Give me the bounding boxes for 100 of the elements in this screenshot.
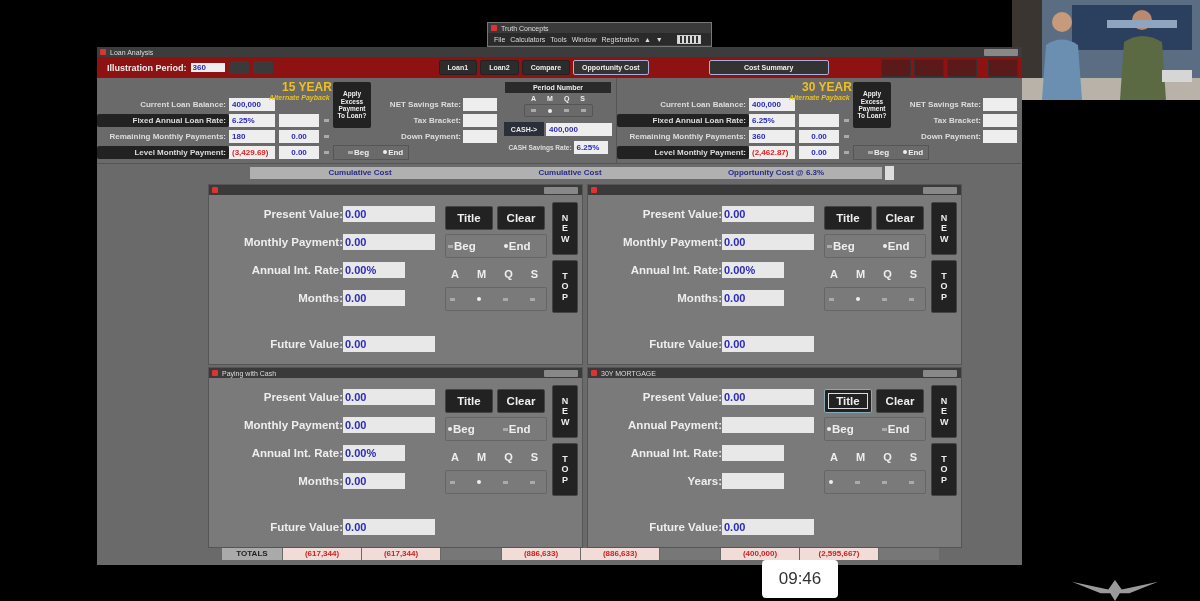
radio-button[interactable] [856,297,860,301]
radio-button[interactable] [450,297,455,301]
field-label-button[interactable]: Fixed Annual Loan Rate: [617,113,749,127]
radio-option[interactable]: End [903,147,924,157]
value-field[interactable]: (3,429.69) [229,145,275,159]
radio-option[interactable]: Beg [448,240,476,252]
radio-button[interactable] [580,109,586,112]
input-field[interactable]: 0.00 [343,473,405,489]
radio-option[interactable]: Beg [827,423,854,435]
radio-button[interactable] [563,109,569,112]
input-field[interactable]: 0.00% [722,262,784,278]
input-field[interactable] [463,129,497,143]
spin-icon[interactable] [323,118,329,122]
input-field[interactable]: 0.00 [343,290,405,306]
new-button[interactable]: NEW [552,385,578,438]
next-button[interactable] [252,61,273,74]
radio-button[interactable] [450,480,455,484]
window-controls-icon[interactable] [984,48,1018,56]
input-field[interactable]: 0.00 [722,336,814,352]
radio-button[interactable] [530,480,535,484]
toolbar-button[interactable] [914,58,944,77]
input-field[interactable] [463,113,497,127]
spin-icon[interactable] [843,150,849,154]
input-field[interactable]: 0.00% [343,445,405,461]
radio-button[interactable] [909,297,914,301]
title-button[interactable]: Title [445,389,493,413]
alternate-field[interactable] [799,113,839,127]
radio-button[interactable] [909,480,914,484]
new-button[interactable]: NEW [931,202,957,255]
input-field[interactable]: 0.00 [343,206,435,222]
radio-option[interactable]: Beg [448,423,475,435]
radio-option[interactable]: Beg [348,147,370,157]
window-controls-icon[interactable] [544,369,578,377]
clear-button[interactable]: Clear [876,389,924,413]
input-field[interactable]: 0.00 [343,519,435,535]
spin-icon[interactable] [843,134,849,138]
input-field[interactable]: 0.00% [343,262,405,278]
field-label-button[interactable]: Fixed Annual Loan Rate: [97,113,229,127]
input-field[interactable] [983,129,1017,143]
alternate-field[interactable] [279,113,319,127]
radio-option[interactable]: End [502,423,531,435]
input-field[interactable] [722,417,814,433]
window-controls-icon[interactable] [923,369,957,377]
field-label-button[interactable]: Level Monthly Payment: [617,145,749,159]
input-field[interactable] [722,473,784,489]
alternate-field[interactable]: 0.00 [279,129,319,143]
keypad-icon[interactable] [677,34,701,44]
radio-button[interactable] [855,480,860,484]
toolbar-button[interactable] [881,58,911,77]
input-field[interactable]: 0.00 [343,389,435,405]
radio-button[interactable] [477,297,481,301]
radio-button[interactable] [503,480,508,484]
title-button[interactable]: Title [445,206,493,230]
toolbar-button[interactable] [947,58,977,77]
alternate-field[interactable]: 0.00 [799,145,839,159]
clear-button[interactable]: Clear [497,389,545,413]
clear-button[interactable]: Clear [876,206,924,230]
spin-icon[interactable] [323,150,329,154]
new-button[interactable]: NEW [931,385,957,438]
value-field[interactable]: 6.25% [749,113,795,127]
radio-option[interactable]: Beg [827,240,855,252]
rate-field[interactable]: 6.25% [573,141,608,154]
input-field[interactable]: 0.00 [722,519,814,535]
period-field[interactable]: 360 [190,63,225,72]
spin-icon[interactable] [323,134,329,138]
radio-option[interactable]: End [503,240,531,252]
top-button[interactable]: TOP [552,260,578,313]
top-button[interactable]: TOP [552,443,578,496]
input-field[interactable]: 0.00 [722,389,814,405]
input-field[interactable]: 0.00 [343,417,435,433]
alternate-field[interactable]: 0.00 [279,145,319,159]
radio-option[interactable]: End [882,240,910,252]
radio-button[interactable] [829,297,834,301]
spin-icon[interactable] [843,118,849,122]
previous-button[interactable] [228,61,249,74]
radio-button[interactable] [503,297,508,301]
radio-button[interactable] [829,480,833,484]
input-field[interactable] [722,445,784,461]
cash-field[interactable]: 400,000 [546,122,612,136]
window-controls-icon[interactable] [923,186,957,194]
radio-button[interactable] [530,297,535,301]
scrollbar[interactable] [885,166,894,180]
value-field[interactable]: (2,462.87) [749,145,795,159]
radio-option[interactable]: End [383,147,404,157]
toolbar-button[interactable] [988,58,1018,77]
title-button[interactable]: Title [824,206,872,230]
top-button[interactable]: TOP [931,260,957,313]
radio-button[interactable] [882,480,887,484]
input-field[interactable]: 0.00 [722,234,814,250]
top-button[interactable]: TOP [931,443,957,496]
input-field[interactable]: 0.00 [343,234,435,250]
radio-button[interactable] [530,109,536,112]
input-field[interactable] [463,97,497,111]
input-field[interactable]: 0.00 [722,206,814,222]
value-field[interactable]: 6.25% [229,113,275,127]
radio-button[interactable] [477,480,481,484]
input-field[interactable]: 0.00 [722,290,784,306]
new-button[interactable]: NEW [552,202,578,255]
alternate-field[interactable]: 0.00 [799,129,839,143]
value-field[interactable]: 180 [229,129,275,143]
